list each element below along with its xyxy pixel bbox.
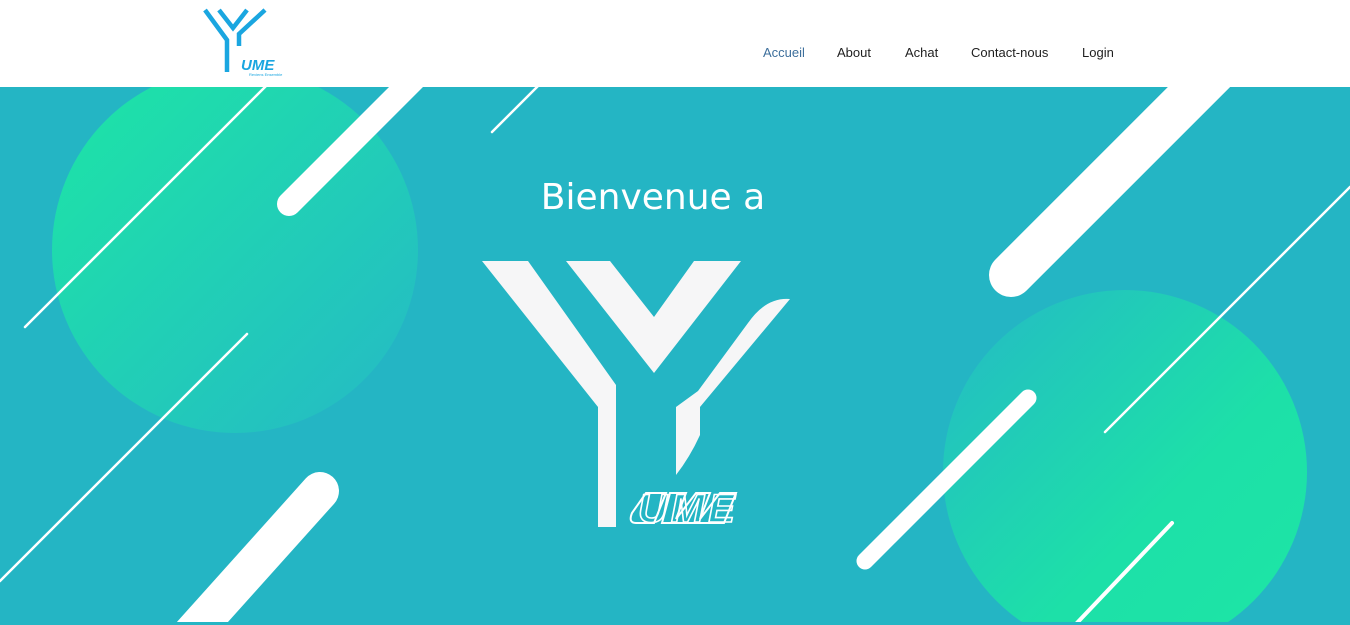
yume-hero-logo-icon: UME xyxy=(482,261,790,532)
nav-achat[interactable]: Achat xyxy=(905,45,938,60)
nav-accueil[interactable]: Accueil xyxy=(763,45,805,60)
hero-banner: Bienvenue a UME xyxy=(0,87,1350,625)
decor-bar xyxy=(174,472,339,625)
yume-logo-icon[interactable]: UME Reviens Ensemble xyxy=(203,6,293,78)
site-header: UME Reviens Ensemble Accueil About Achat… xyxy=(0,0,1350,87)
hero-logo-text: UME xyxy=(638,487,739,531)
hero-title: Bienvenue a xyxy=(540,177,766,218)
logo-tagline: Reviens Ensemble xyxy=(249,72,283,77)
main-nav: Accueil About Achat Contact-nous Login xyxy=(0,45,1350,65)
nav-about[interactable]: About xyxy=(837,45,871,60)
nav-contact[interactable]: Contact-nous xyxy=(971,45,1048,60)
nav-login[interactable]: Login xyxy=(1082,45,1114,60)
decor-line xyxy=(490,87,539,134)
